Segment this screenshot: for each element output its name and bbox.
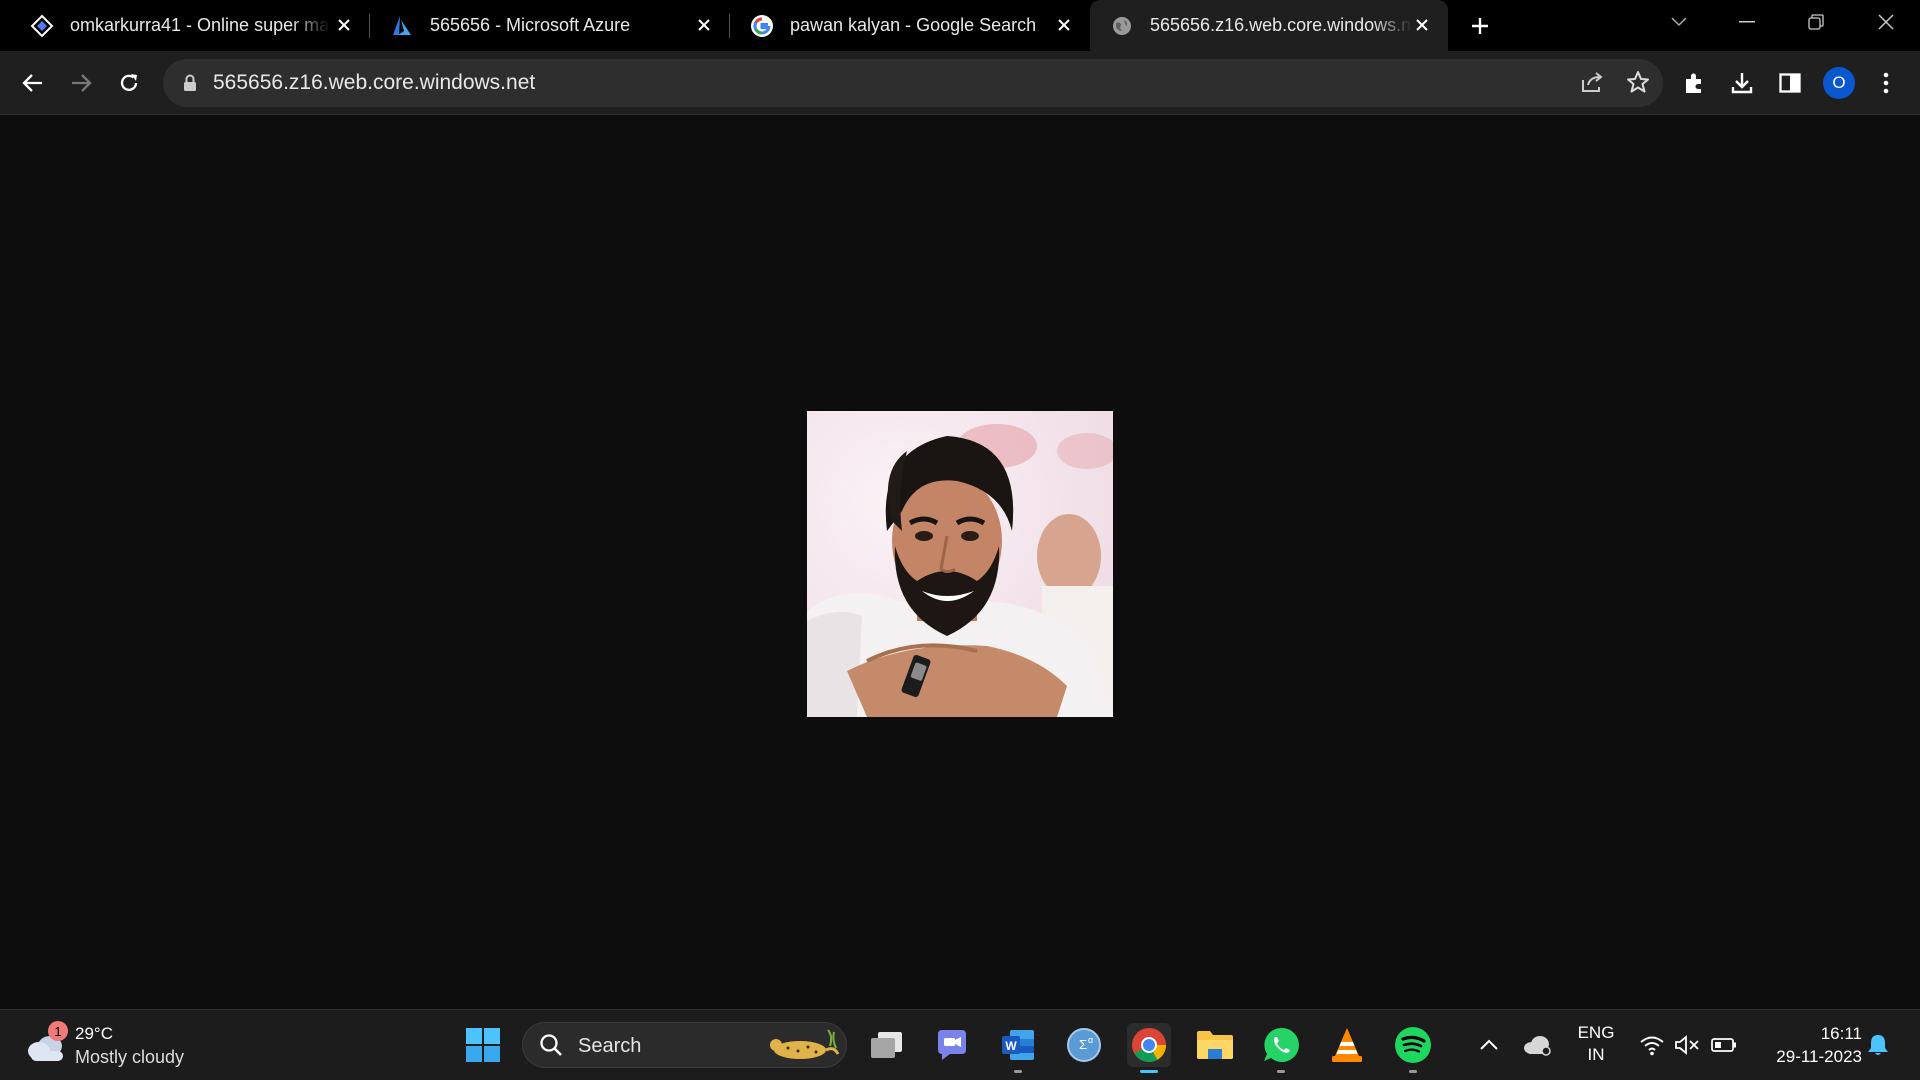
chrome-icon[interactable] [1127, 1023, 1171, 1073]
weather-temperature: 29°C [75, 1024, 113, 1043]
minimize-button[interactable] [1717, 0, 1777, 44]
side-panel-icon[interactable] [1774, 67, 1806, 99]
teams-icon[interactable] [930, 1023, 974, 1067]
clock-date: 29-11-2023 [1776, 1047, 1862, 1066]
page-viewport [0, 116, 1920, 1009]
svg-text:W: W [1005, 1039, 1017, 1053]
address-bar[interactable]: 565656.z16.web.core.windows.net [163, 59, 1663, 107]
tab-title: 565656.z16.web.core.windows.ne [1150, 15, 1412, 35]
running-indicator [1277, 1070, 1285, 1073]
search-icon [539, 1033, 563, 1062]
running-indicator [1014, 1070, 1022, 1073]
start-icon[interactable] [461, 1023, 505, 1067]
tab-active-site[interactable]: 565656.z16.web.core.windows.ne [1090, 0, 1448, 51]
calculator-icon[interactable]: Σα [1062, 1023, 1106, 1067]
globe-icon [1110, 14, 1134, 38]
notification-bell-icon[interactable] [1858, 1023, 1898, 1067]
close-tab-icon[interactable] [692, 13, 716, 37]
tab-azure[interactable]: 565656 - Microsoft Azure [370, 0, 730, 51]
google-icon [750, 14, 774, 38]
restore-button[interactable] [1786, 0, 1846, 44]
weather-widget[interactable]: 1 29°C Mostly cloudy [26, 1020, 206, 1070]
weather-badge: 1 [48, 1021, 68, 1041]
region-code: IN [1587, 1045, 1605, 1064]
clock[interactable]: 16:11 29-11-2023 [1752, 1022, 1862, 1068]
azure-icon [390, 14, 414, 38]
browser-toolbar: 565656.z16.web.core.windows.net O [0, 51, 1920, 115]
word-icon[interactable]: W [996, 1023, 1040, 1073]
rocket-diamond-icon [30, 14, 54, 38]
clock-time: 16:11 [1820, 1024, 1862, 1043]
reload-button[interactable] [113, 67, 145, 99]
file-explorer-icon[interactable] [1193, 1023, 1237, 1067]
tab-title: 565656 - Microsoft Azure [430, 15, 631, 35]
running-indicator [1140, 1070, 1158, 1073]
tab-search-button[interactable] [1649, 0, 1709, 44]
whatsapp-icon[interactable] [1259, 1023, 1303, 1073]
windows-taskbar: 1 29°C Mostly cloudy Search W Σα ENG IN … [0, 1009, 1920, 1080]
taskbar-search[interactable]: Search [522, 1022, 847, 1068]
cheetah-highlight-icon [768, 1026, 840, 1069]
tab-title: pawan kalyan - Google Search [790, 15, 1037, 35]
wifi-icon[interactable] [1632, 1023, 1672, 1067]
close-tab-icon[interactable] [1410, 13, 1434, 37]
profile-avatar[interactable]: O [1823, 67, 1855, 99]
tab-google-search[interactable]: pawan kalyan - Google Search [730, 0, 1090, 51]
share-icon[interactable] [1579, 69, 1605, 100]
weather-condition: Mostly cloudy [75, 1047, 185, 1067]
download-icon[interactable] [1726, 67, 1758, 99]
speaker-muted-icon[interactable] [1667, 1023, 1707, 1067]
spotify-icon[interactable] [1391, 1023, 1435, 1073]
onedrive-cloud-icon[interactable] [1518, 1023, 1558, 1067]
running-indicator [1409, 1070, 1417, 1073]
svg-text:α: α [1088, 1035, 1093, 1045]
new-tab-button[interactable] [1466, 12, 1494, 40]
back-button[interactable] [17, 67, 49, 99]
close-tab-icon[interactable] [1052, 13, 1076, 37]
close-tab-icon[interactable] [332, 13, 356, 37]
search-label: Search [578, 1035, 642, 1057]
svg-text:Σ: Σ [1079, 1037, 1087, 1052]
task-view-icon[interactable] [865, 1023, 909, 1067]
tab-strip: omkarkurra41 - Online super ma 565656 - … [0, 0, 1920, 51]
forward-button[interactable] [65, 67, 97, 99]
displayed-image [807, 411, 1113, 717]
tab-omkarkurra[interactable]: omkarkurra41 - Online super ma [10, 0, 370, 51]
bookmark-star-icon[interactable] [1625, 69, 1651, 100]
language-indicator[interactable]: ENG IN [1568, 1022, 1624, 1066]
url-text[interactable]: 565656.z16.web.core.windows.net [213, 71, 535, 95]
vlc-icon[interactable] [1325, 1023, 1369, 1067]
language-code: ENG [1577, 1023, 1615, 1042]
tab-title: omkarkurra41 - Online super ma [70, 15, 330, 35]
show-hidden-icons-chevron-icon[interactable] [1469, 1023, 1509, 1067]
close-window-button[interactable] [1856, 0, 1916, 44]
lock-icon[interactable] [183, 74, 197, 97]
battery-icon[interactable] [1704, 1023, 1744, 1067]
extensions-icon[interactable] [1678, 67, 1710, 99]
menu-kebab-icon[interactable] [1870, 67, 1902, 99]
